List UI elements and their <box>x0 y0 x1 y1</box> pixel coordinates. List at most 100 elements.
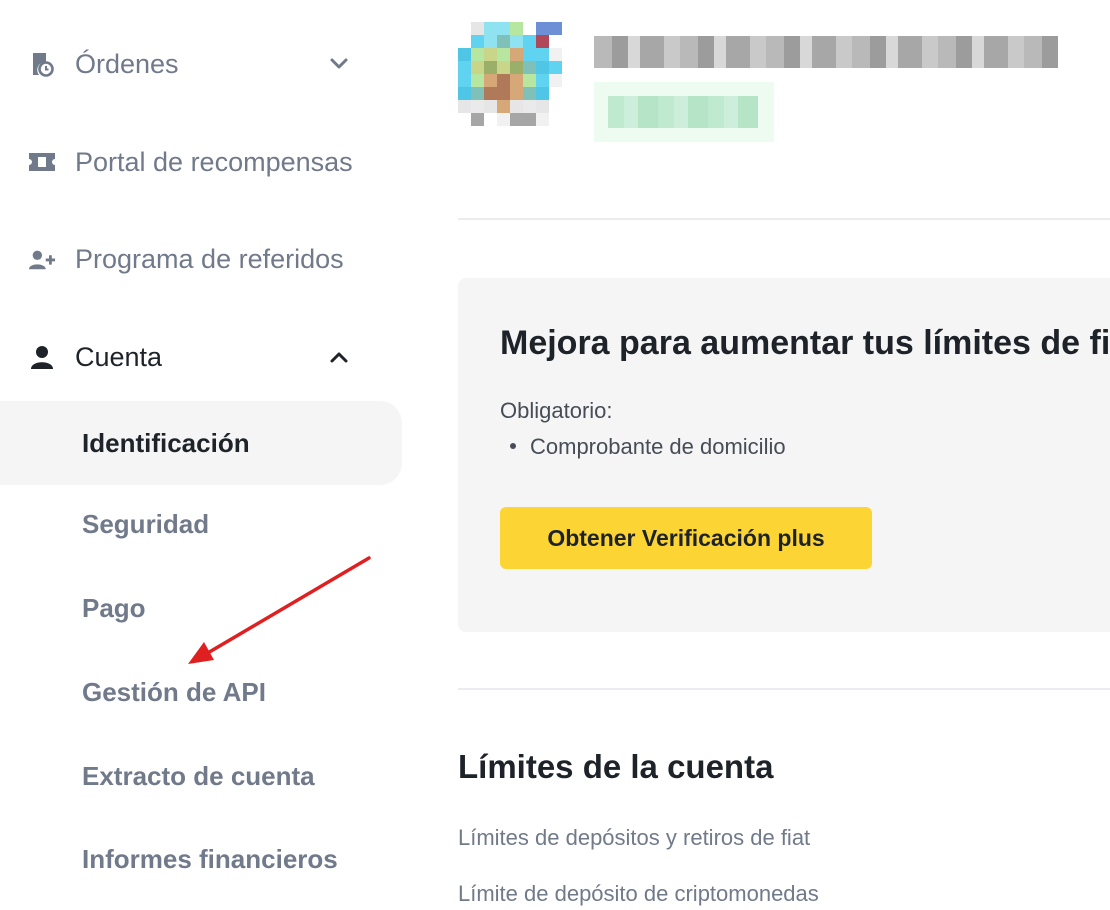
avatar-pixel <box>523 74 536 87</box>
avatar-pixel <box>536 87 549 100</box>
avatar-pixel <box>510 61 523 74</box>
account-limits-title: Límites de la cuenta <box>458 748 774 785</box>
sidebar: Órdenes Portal de recompensas Programa d… <box>0 0 402 910</box>
avatar-pixel <box>471 22 484 35</box>
avatar-pixel <box>471 100 484 113</box>
avatar-pixel <box>458 100 471 113</box>
avatar-pixel <box>536 74 549 87</box>
sidebar-item-referrals[interactable]: Programa de referidos <box>0 231 402 287</box>
avatar-pixel <box>471 113 484 126</box>
get-verification-plus-button[interactable]: Obtener Verificación plus <box>500 507 872 569</box>
avatar-pixel <box>458 35 471 48</box>
crypto-deposit-limit-link[interactable]: Límite de depósito de criptomonedas <box>458 881 819 907</box>
orders-clock-icon <box>28 50 56 78</box>
avatar-pixel <box>536 100 549 113</box>
blurred-verification-badge <box>594 82 774 142</box>
sidebar-subitem-label: Informes financieros <box>82 843 338 874</box>
avatar-pixel <box>549 87 562 100</box>
sidebar-subitem-security[interactable]: Seguridad <box>0 482 402 566</box>
avatar-pixel <box>549 100 562 113</box>
sidebar-subitem-label: Pago <box>82 592 146 623</box>
avatar-pixel <box>497 100 510 113</box>
sidebar-subitem-label: Identificación <box>82 427 250 458</box>
sidebar-subitem-financial-reports[interactable]: Informes financieros <box>0 817 402 901</box>
avatar-pixel <box>523 35 536 48</box>
avatar-pixel <box>510 74 523 87</box>
divider <box>458 218 1110 220</box>
avatar-pixel <box>497 48 510 61</box>
avatar-pixel <box>484 22 497 35</box>
avatar-pixel <box>536 61 549 74</box>
chevron-down-icon[interactable] <box>326 51 352 77</box>
avatar-pixel <box>510 22 523 35</box>
sidebar-subitem-label: Extracto de cuenta <box>82 760 315 791</box>
avatar-pixel <box>549 48 562 61</box>
sidebar-subitem-account-statement[interactable]: Extracto de cuenta <box>0 734 402 818</box>
requirement-item: Comprobante de domicilio <box>510 434 786 460</box>
avatar-pixel <box>458 22 471 35</box>
avatar-pixel <box>510 100 523 113</box>
avatar-pixel <box>484 74 497 87</box>
avatar-pixel <box>497 61 510 74</box>
sidebar-subitem-payment[interactable]: Pago <box>0 566 402 650</box>
avatar-pixel <box>497 22 510 35</box>
page: Órdenes Portal de recompensas Programa d… <box>0 0 1110 910</box>
bullet-icon <box>510 443 516 450</box>
avatar-pixel <box>497 35 510 48</box>
sidebar-subitem-label: Gestión de API <box>82 676 266 707</box>
user-icon <box>28 343 56 371</box>
avatar-pixel <box>523 100 536 113</box>
sidebar-item-label: Portal de recompensas <box>75 146 353 177</box>
avatar-pixel <box>484 48 497 61</box>
avatar-pixel <box>523 48 536 61</box>
chevron-up-icon[interactable] <box>326 344 352 370</box>
avatar-pixel <box>536 48 549 61</box>
ticket-icon <box>28 148 56 176</box>
requirement-text: Comprobante de domicilio <box>530 434 786 459</box>
avatar-pixel <box>484 113 497 126</box>
avatar-pixel <box>523 61 536 74</box>
blurred-username <box>594 36 1058 68</box>
upgrade-card-title: Mejora para aumentar tus límites de fiat <box>500 324 1110 362</box>
avatar-pixel <box>510 35 523 48</box>
avatar-pixel <box>471 61 484 74</box>
sidebar-subitem-api-management[interactable]: Gestión de API <box>0 650 402 734</box>
avatar-pixel <box>549 22 562 35</box>
avatar-pixel <box>549 35 562 48</box>
avatar-pixel <box>510 87 523 100</box>
add-user-icon <box>28 245 56 273</box>
avatar-pixel <box>549 74 562 87</box>
avatar-pixel <box>523 87 536 100</box>
avatar-pixel <box>471 74 484 87</box>
avatar-pixel <box>549 113 562 126</box>
avatar-pixel <box>458 61 471 74</box>
avatar-pixel <box>458 87 471 100</box>
avatar-pixel <box>484 35 497 48</box>
avatar[interactable] <box>458 22 562 126</box>
avatar-pixel <box>471 48 484 61</box>
avatar-pixel <box>549 61 562 74</box>
sidebar-item-orders[interactable]: Órdenes <box>0 36 402 92</box>
sidebar-item-rewards[interactable]: Portal de recompensas <box>0 134 402 190</box>
sidebar-item-label: Cuenta <box>75 341 163 372</box>
avatar-pixel <box>471 87 484 100</box>
avatar-pixel <box>497 74 510 87</box>
avatar-pixel <box>458 48 471 61</box>
sidebar-subitem-identification[interactable]: Identificación <box>0 401 402 485</box>
avatar-pixel <box>458 74 471 87</box>
fiat-limits-link[interactable]: Límites de depósitos y retiros de fiat <box>458 825 810 851</box>
avatar-pixel <box>536 113 549 126</box>
required-label: Obligatorio: <box>500 398 613 423</box>
avatar-pixel <box>523 22 536 35</box>
avatar-pixel <box>510 48 523 61</box>
avatar-pixel <box>536 35 549 48</box>
avatar-pixel <box>523 113 536 126</box>
sidebar-item-label: Programa de referidos <box>75 243 344 274</box>
sidebar-item-label: Órdenes <box>75 48 179 79</box>
avatar-pixel <box>510 113 523 126</box>
main-content: Mejora para aumentar tus límites de fiat… <box>458 0 1110 910</box>
sidebar-item-account[interactable]: Cuenta <box>0 329 402 385</box>
avatar-pixel <box>471 35 484 48</box>
avatar-pixel <box>458 113 471 126</box>
divider <box>458 688 1110 690</box>
